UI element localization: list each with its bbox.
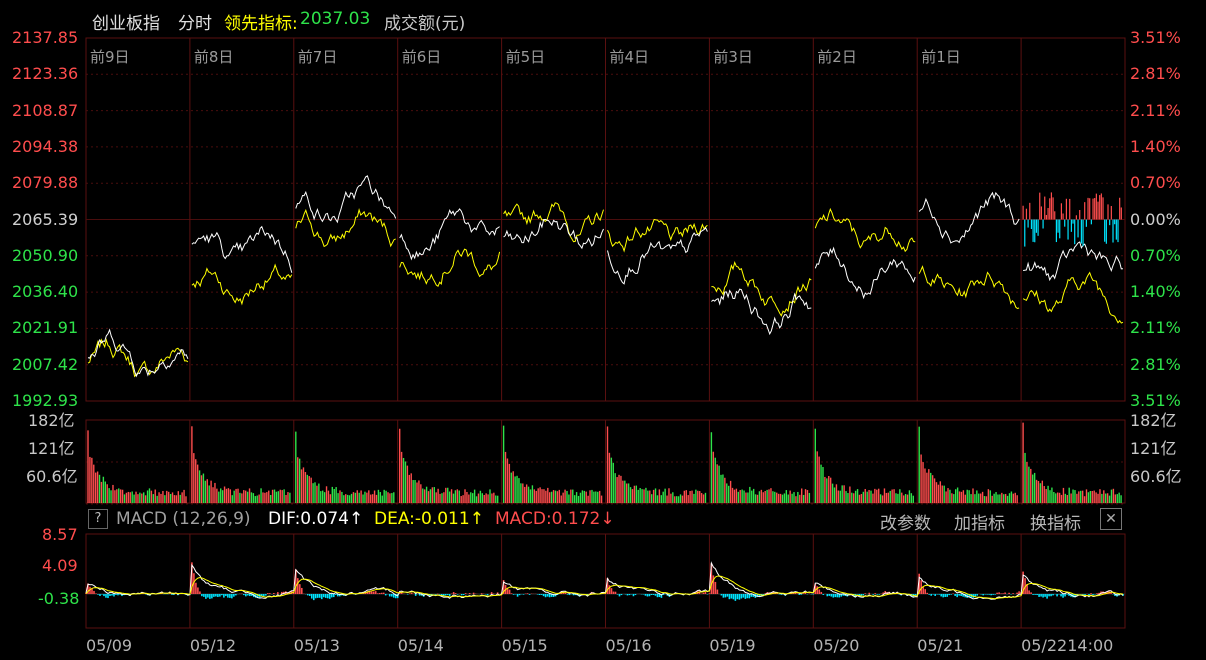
price-label: 2036.40 bbox=[12, 282, 79, 302]
switch-indicator-button[interactable]: 换指标 bbox=[1030, 509, 1081, 534]
price-label: 2050.90 bbox=[12, 245, 79, 265]
day-label: 前1日 bbox=[921, 48, 961, 66]
price-label: 2094.38 bbox=[12, 136, 79, 156]
price-label: 2065.39 bbox=[12, 209, 79, 229]
day-label: 前8日 bbox=[193, 48, 234, 66]
price-label: 2123.36 bbox=[12, 64, 79, 84]
macd-axis-label: 8.57 bbox=[42, 525, 78, 544]
edit-params-button[interactable]: 改参数 bbox=[880, 509, 931, 534]
volume-label-left: 121亿 bbox=[28, 439, 75, 458]
date-label: 05/13 bbox=[293, 636, 340, 655]
macd-toolbar: ? MACD (12,26,9) DIF:0.074↑ DEA:-0.011↑ … bbox=[86, 506, 1126, 534]
date-label: 05/15 bbox=[501, 636, 548, 655]
volume-label-right: 121亿 bbox=[1130, 439, 1177, 458]
macd-axis-label: -0.38 bbox=[38, 589, 80, 608]
intraday-chart[interactable] bbox=[0, 0, 1206, 660]
add-indicator-button[interactable]: 加指标 bbox=[954, 509, 1005, 534]
volume-label-left: 182亿 bbox=[28, 411, 75, 430]
percent-label: 2.11% bbox=[1130, 100, 1181, 120]
macd-axis-label: 4.09 bbox=[42, 556, 78, 575]
day-label: 前7日 bbox=[297, 48, 338, 66]
volume-label-right: 182亿 bbox=[1130, 411, 1177, 430]
percent-label: 0.00% bbox=[1130, 209, 1181, 229]
volume-label-left: 60.6亿 bbox=[26, 467, 78, 486]
dea-value: DEA:-0.011↑ bbox=[374, 509, 484, 529]
price-label: 2021.91 bbox=[12, 318, 79, 338]
percent-label: 2.81% bbox=[1130, 64, 1181, 84]
price-label: 1992.93 bbox=[12, 391, 79, 410]
day-label: 前2日 bbox=[817, 48, 857, 66]
price-label: 2137.85 bbox=[12, 28, 79, 47]
percent-label: 1.40% bbox=[1130, 282, 1181, 302]
percent-label: 1.40% bbox=[1130, 136, 1181, 156]
date-label: 05/12 bbox=[189, 636, 236, 655]
macd-name[interactable]: MACD (12,26,9) bbox=[116, 509, 251, 529]
macd-value: MACD:0.172↓ bbox=[495, 509, 615, 529]
price-label: 2079.88 bbox=[12, 173, 79, 193]
date-label: 05/19 bbox=[709, 636, 756, 655]
percent-label: 0.70% bbox=[1130, 245, 1181, 265]
price-label: 2108.87 bbox=[12, 100, 79, 120]
percent-label: 0.70% bbox=[1130, 173, 1181, 193]
percent-label: 2.81% bbox=[1130, 354, 1181, 374]
percent-label: 3.51% bbox=[1130, 28, 1181, 47]
percent-label: 2.11% bbox=[1130, 318, 1181, 338]
close-icon[interactable]: ✕ bbox=[1100, 508, 1122, 530]
date-label: 05/2214:00 bbox=[1021, 636, 1114, 655]
volume-label-right: 60.6亿 bbox=[1130, 467, 1182, 486]
help-button[interactable]: ? bbox=[88, 509, 108, 529]
date-label: 05/20 bbox=[813, 636, 860, 655]
percent-label: 3.51% bbox=[1130, 391, 1181, 410]
date-label: 05/09 bbox=[86, 636, 133, 655]
day-label: 前9日 bbox=[90, 48, 130, 66]
day-label: 前5日 bbox=[505, 48, 546, 66]
price-label: 2007.42 bbox=[12, 354, 79, 374]
date-label: 05/16 bbox=[605, 636, 652, 655]
dif-value: DIF:0.074↑ bbox=[268, 509, 364, 529]
date-label: 05/21 bbox=[917, 636, 964, 655]
day-label: 前3日 bbox=[713, 48, 753, 66]
day-label: 前6日 bbox=[401, 48, 442, 66]
date-label: 05/14 bbox=[397, 636, 444, 655]
day-label: 前4日 bbox=[609, 48, 650, 66]
